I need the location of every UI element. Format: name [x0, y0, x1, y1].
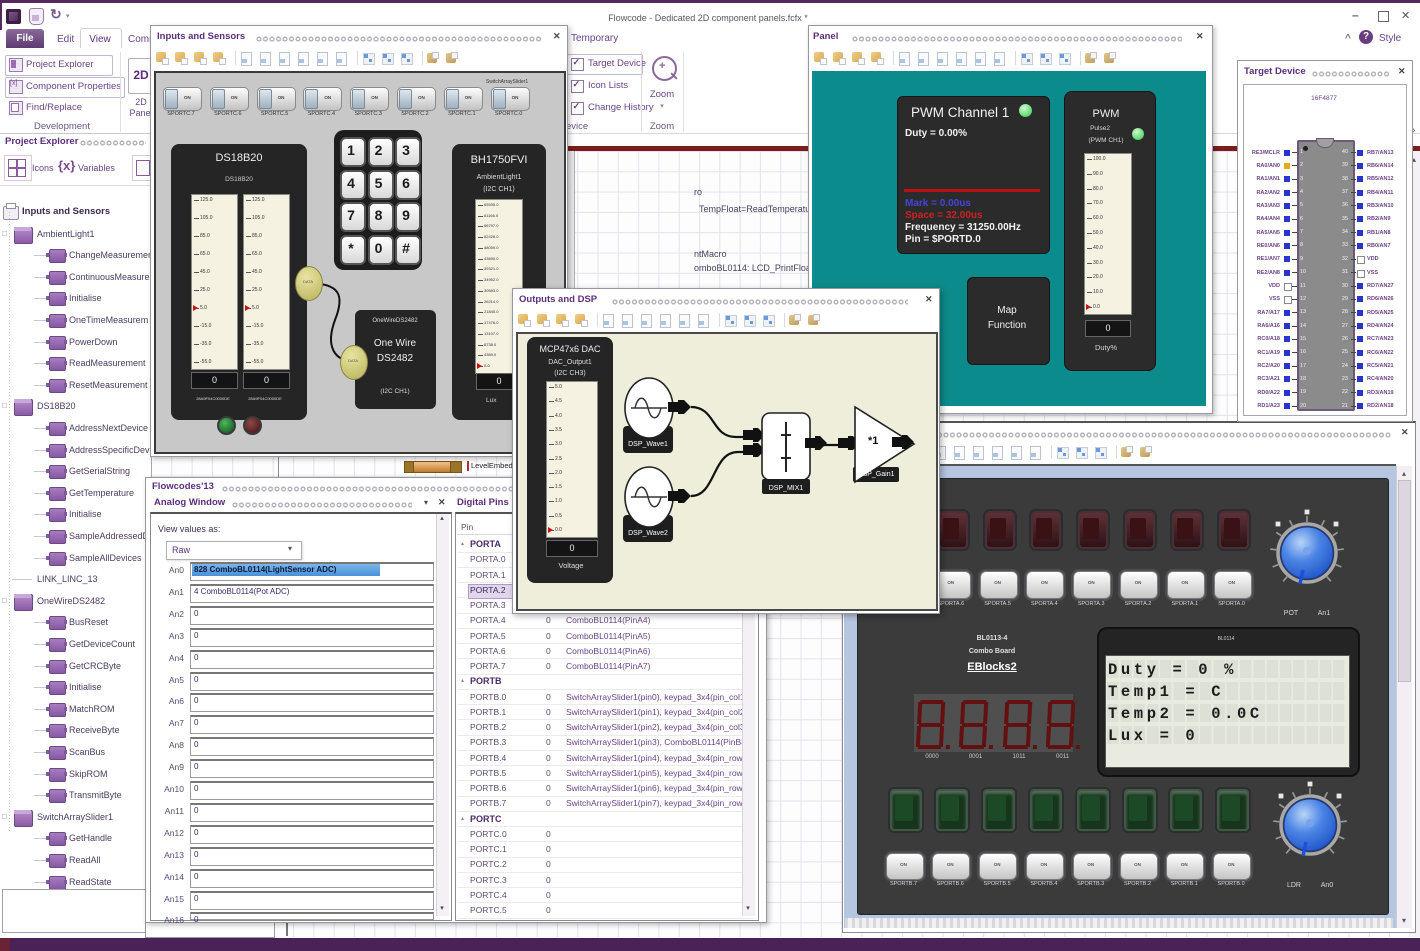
svg-text:DSP_MIX1: DSP_MIX1 [769, 485, 804, 492]
svg-text:DSP_Wave2: DSP_Wave2 [628, 530, 668, 537]
svg-text:*1: *1 [868, 435, 878, 447]
svg-text:DSP_Gain1: DSP_Gain1 [858, 471, 895, 478]
svg-text:DSP_Wave1: DSP_Wave1 [628, 441, 668, 448]
